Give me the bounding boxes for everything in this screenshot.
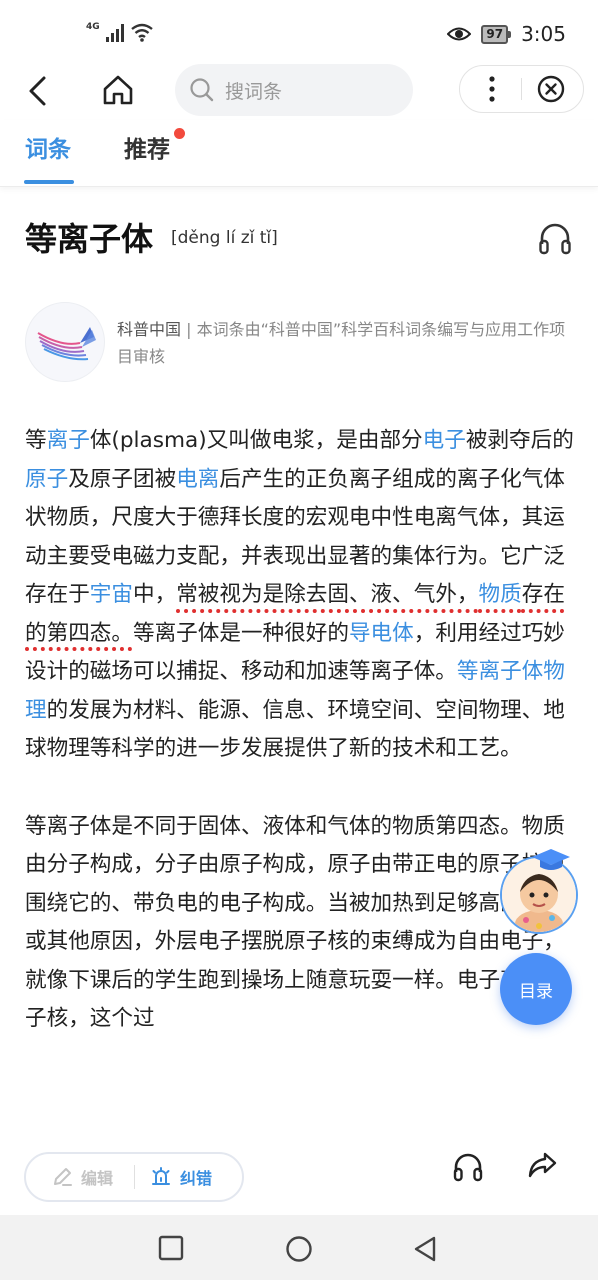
search-input[interactable]: 搜词条	[175, 64, 413, 116]
source-attribution: 科普中国 | 本词条由“科普中国”科学百科词条编写与应用工作项目审核	[117, 316, 577, 370]
correct-label: 纠错	[180, 1169, 213, 1188]
system-navigation-bar	[0, 1215, 598, 1280]
wifi-icon	[130, 23, 153, 42]
notification-dot	[174, 128, 185, 139]
search-placeholder: 搜词条	[225, 80, 283, 103]
link-electron[interactable]: 电子	[423, 428, 466, 453]
search-icon	[190, 78, 214, 102]
link-ion[interactable]: 离子	[47, 428, 90, 453]
text-span: 被剥夺后的	[465, 428, 574, 453]
kepu-logo	[25, 302, 105, 382]
home-circle-icon[interactable]	[285, 1235, 313, 1263]
link-matter[interactable]: 物质	[479, 582, 522, 607]
tab-entry[interactable]: 词条	[25, 130, 71, 164]
tab-bar: 词条 推荐	[0, 120, 598, 187]
share-icon[interactable]	[526, 1149, 558, 1181]
tab-recommend[interactable]: 推荐	[124, 130, 170, 164]
pencil-icon	[54, 1168, 72, 1186]
recent-apps-icon[interactable]	[158, 1235, 184, 1261]
source-name[interactable]: 科普中国	[117, 320, 181, 339]
correct-button[interactable]: 纠错	[150, 1165, 212, 1189]
back-triangle-icon[interactable]	[412, 1235, 438, 1263]
headphone-icon[interactable]	[537, 220, 573, 256]
highlighted-text: 常被视为是除去固、液、气外，	[176, 582, 479, 607]
text-span: 体(plasma)又叫做电浆，是由部分	[89, 428, 423, 453]
tab-active-indicator	[24, 180, 74, 184]
clock: 3:05	[521, 22, 566, 46]
top-navigation: 搜词条	[0, 60, 598, 120]
close-icon[interactable]	[536, 74, 566, 104]
edit-correct-pill: 编辑 纠错	[24, 1152, 244, 1202]
signal-icon	[105, 24, 124, 42]
graduation-cap-icon	[532, 849, 570, 870]
network-type-label: 4G	[86, 22, 100, 32]
link-ionization[interactable]: 电离	[176, 467, 219, 492]
text-span: 中，	[133, 582, 177, 607]
text-span: 的发展为材料、能源、信息、环境空间、空间物理、地球物理等科学的进一步发展提供了新…	[25, 697, 565, 762]
text-span: 等离子体是一种很好的	[132, 620, 349, 646]
back-arrow-icon[interactable]	[22, 74, 56, 108]
source-separator: |	[181, 320, 197, 339]
text-span: 及原子团被	[68, 466, 177, 492]
edit-label: 编辑	[81, 1169, 114, 1188]
article-body: 等离子体(plasma)又叫做电浆，是由部分电子被剥夺后的原子及原子团被电离后产…	[25, 422, 575, 1039]
eye-icon	[447, 27, 472, 41]
link-atom[interactable]: 原子	[25, 467, 68, 492]
pinyin: [děng lí zǐ tǐ]	[171, 228, 278, 248]
status-bar: 4G 97 3:05	[0, 0, 598, 60]
link-conductor[interactable]: 导电体	[349, 621, 414, 646]
listen-icon[interactable]	[452, 1151, 484, 1183]
edit-button[interactable]: 编辑	[51, 1165, 113, 1189]
report-error-icon	[152, 1167, 170, 1185]
page-title: 等离子体	[25, 220, 154, 258]
bottom-action-bar: 编辑 纠错	[0, 1135, 598, 1215]
more-icon[interactable]	[484, 74, 500, 104]
toc-button[interactable]: 目录	[500, 953, 572, 1025]
paragraph-1: 等离子体(plasma)又叫做电浆，是由部分电子被剥夺后的原子及原子团被电离后产…	[25, 422, 575, 769]
text-span: 等	[25, 428, 47, 453]
mini-app-capsule	[459, 65, 584, 113]
battery-icon: 97	[481, 24, 512, 44]
paragraph-2: 等离子体是不同于固体、液体和气体的物质第四态。物质由分子构成，分子由原子构成，原…	[25, 813, 565, 1032]
battery-level: 97	[481, 24, 509, 44]
home-icon[interactable]	[100, 72, 136, 108]
link-universe[interactable]: 宇宙	[90, 582, 133, 607]
